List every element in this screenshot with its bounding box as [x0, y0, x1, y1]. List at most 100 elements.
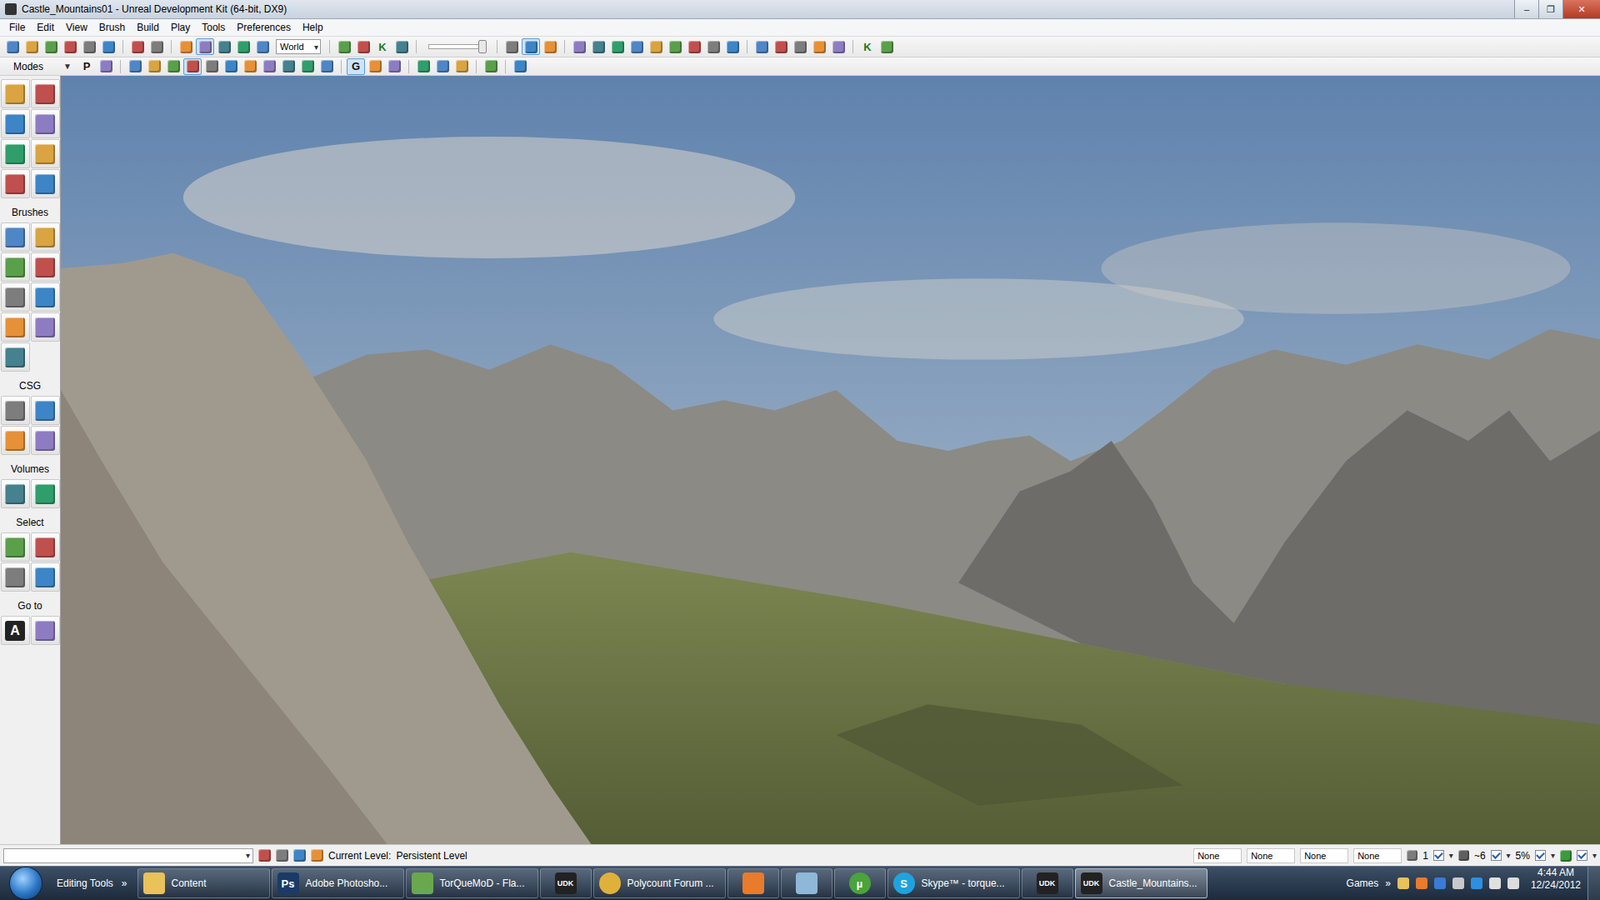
toolbar-button[interactable] — [810, 38, 829, 55]
toolbar-button[interactable] — [829, 38, 848, 55]
grid-snap-checkbox[interactable] — [1433, 850, 1445, 861]
drag-arrow-icon[interactable]: ▾ — [1592, 850, 1597, 860]
toolbar-button[interactable] — [279, 58, 298, 75]
toolbar-button[interactable]: K — [858, 38, 877, 55]
taskbar-item[interactable]: Polycount Forum ... — [593, 868, 726, 899]
toolbar-button[interactable] — [335, 38, 354, 55]
taskbar-item[interactable]: PsAdobe Photosho... — [271, 868, 405, 899]
speed-slider[interactable] — [428, 44, 485, 50]
menu-item[interactable]: View — [60, 21, 94, 34]
toolbar-button[interactable] — [481, 58, 500, 75]
sidebar-button[interactable] — [30, 615, 60, 645]
toolbar-button[interactable] — [99, 38, 118, 55]
window-control-button[interactable]: ✕ — [1562, 0, 1600, 19]
menu-item[interactable]: Build — [130, 21, 165, 34]
mode-button[interactable] — [0, 169, 30, 199]
drag-grid-checkbox[interactable] — [1576, 850, 1588, 861]
scale-snap[interactable]: 5% — [1515, 850, 1530, 862]
sidebar-button[interactable] — [30, 425, 60, 455]
toolbar-button[interactable] — [752, 38, 771, 55]
sidebar-button[interactable] — [30, 532, 60, 562]
taskbar-item[interactable]: SSkype™ - torque... — [887, 868, 1020, 899]
toolbar-button[interactable] — [234, 38, 253, 55]
toolbar-button[interactable] — [195, 38, 215, 55]
toolbar-button[interactable] — [215, 38, 234, 55]
toolbar-button[interactable] — [183, 58, 202, 75]
toolbar-button[interactable] — [433, 58, 452, 75]
grid-size[interactable]: 1 — [1422, 850, 1429, 862]
toolbar-button[interactable] — [646, 38, 665, 55]
sidebar-button[interactable] — [0, 562, 30, 592]
toolbar-button[interactable] — [125, 58, 145, 75]
toolbar-button[interactable] — [414, 58, 433, 75]
toolbar-button[interactable]: P — [77, 58, 96, 75]
toolbar-button[interactable] — [627, 38, 646, 55]
window-control-button[interactable]: – — [1514, 0, 1539, 19]
sidebar-button[interactable]: A — [0, 615, 30, 645]
sidebar-button[interactable] — [30, 312, 60, 342]
toolbar-button[interactable] — [317, 58, 336, 75]
toolbar-button[interactable] — [877, 38, 896, 55]
menu-item[interactable]: Edit — [30, 21, 60, 34]
toolbar-button[interactable] — [392, 38, 411, 55]
sidebar-button[interactable] — [0, 282, 30, 312]
mode-button[interactable] — [30, 139, 60, 169]
games-toolbar[interactable]: Games — [1346, 877, 1380, 890]
status-tool-icon[interactable] — [258, 849, 271, 862]
taskbar-item[interactable]: UDK — [1021, 868, 1074, 899]
tray-icon[interactable] — [1397, 877, 1410, 890]
perspective-viewport[interactable] — [60, 75, 1600, 845]
taskbar-item[interactable] — [727, 868, 780, 899]
toolbar-button[interactable] — [164, 58, 183, 75]
scale-snap-checkbox[interactable] — [1535, 850, 1546, 861]
toolbar-button[interactable] — [240, 58, 260, 75]
toolbar-button[interactable] — [608, 38, 627, 55]
toolbar-button[interactable] — [502, 38, 521, 55]
menu-item[interactable]: Preferences — [230, 21, 297, 34]
toolbar-button[interactable] — [540, 38, 560, 55]
editing-tools-toolbar[interactable]: Editing Tools» — [51, 866, 136, 900]
sidebar-button[interactable] — [30, 282, 60, 312]
coordinate-dropdown[interactable]: World▾ — [275, 39, 321, 55]
taskbar-item[interactable] — [780, 868, 833, 899]
slider-thumb[interactable] — [478, 40, 487, 54]
realtime-icon[interactable] — [1560, 850, 1572, 862]
toolbar-button[interactable] — [452, 58, 471, 75]
toolbar-button[interactable] — [589, 38, 608, 55]
sidebar-button[interactable] — [0, 252, 30, 282]
toolbar-button[interactable] — [202, 58, 221, 75]
taskbar-item[interactable]: UDK — [540, 868, 592, 899]
menu-item[interactable]: Tools — [195, 21, 231, 34]
toolbar-button[interactable] — [260, 58, 279, 75]
menu-item[interactable]: Play — [165, 21, 196, 34]
toolbar-button[interactable] — [22, 38, 41, 55]
status-tool-icon[interactable] — [310, 849, 324, 862]
menu-item[interactable]: Brush — [93, 21, 131, 34]
tray-icon[interactable] — [1452, 877, 1465, 890]
toolbar-button[interactable] — [790, 38, 810, 55]
sidebar-button[interactable] — [30, 252, 60, 282]
sidebar-button[interactable] — [30, 395, 60, 425]
sidebar-button[interactable] — [0, 532, 30, 562]
tray-icon[interactable] — [1434, 877, 1446, 890]
toolbar-button[interactable]: K — [373, 38, 392, 55]
toolbar-button[interactable] — [354, 38, 373, 55]
menu-item[interactable]: Help — [296, 21, 330, 34]
mode-button[interactable] — [0, 79, 30, 109]
menu-item[interactable]: File — [3, 21, 31, 34]
toolbar-button[interactable] — [685, 38, 704, 55]
tray-icon[interactable] — [1470, 877, 1483, 890]
modes-header[interactable]: Modes▼ — [3, 60, 77, 73]
toolbar-button[interactable] — [521, 38, 540, 55]
tray-icon[interactable] — [1507, 877, 1520, 890]
tray-icon[interactable] — [1415, 877, 1428, 890]
sidebar-button[interactable] — [0, 312, 30, 342]
toolbar-button[interactable] — [771, 38, 790, 55]
status-tool-icon[interactable] — [275, 849, 289, 862]
sidebar-button[interactable] — [30, 479, 60, 509]
mode-button[interactable] — [30, 109, 60, 139]
toolbar-button[interactable] — [723, 38, 742, 55]
toolbar-button[interactable] — [704, 38, 723, 55]
sidebar-button[interactable] — [0, 342, 30, 372]
toolbar-button[interactable] — [96, 58, 115, 75]
